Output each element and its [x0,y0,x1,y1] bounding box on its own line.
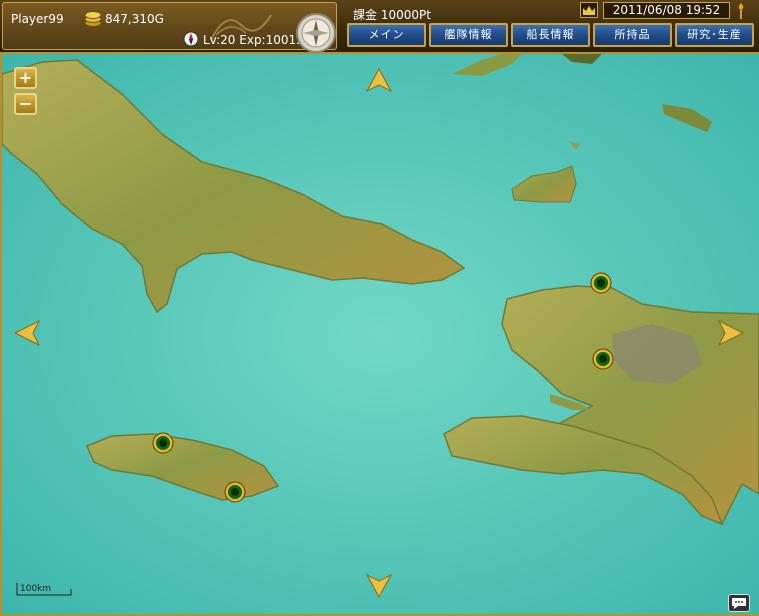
tab-main[interactable]: メイン [347,23,426,47]
compass-dial-icon [296,13,336,53]
tab-fleet-info[interactable]: 艦隊情報 [429,23,508,47]
gold-amount: 847,310G [105,12,164,26]
port-icon[interactable] [590,272,612,294]
zoom-out-button[interactable]: − [14,93,37,115]
chat-button[interactable] [728,594,750,612]
chat-icon [732,598,746,609]
map-terrain [2,54,759,614]
port-icon[interactable] [592,348,614,370]
coin-icon [84,11,102,27]
arrow-up-icon[interactable] [366,68,392,92]
arrow-down-icon[interactable] [366,574,392,598]
datetime-display: 2011/06/08 19:52 [603,2,730,19]
game-screen: Player99 847,310G Lv:20 Exp:10015 課金 100… [0,0,759,616]
compass-icon [183,31,199,47]
port-icon[interactable] [224,481,246,503]
top-header: Player99 847,310G Lv:20 Exp:10015 課金 100… [0,0,759,54]
crown-icon [583,6,595,15]
scale-label: 100km [20,584,52,594]
info-panel: 課金 10000Pt 2011/06/08 19:52 メイン 艦隊情報 船長情… [342,0,759,52]
port-icon[interactable] [152,432,174,454]
world-map[interactable]: + − 100km [2,54,759,614]
player-status-panel: Player99 847,310G Lv:20 Exp:10015 [2,2,337,53]
torch-icon[interactable] [735,2,747,20]
level-exp-text: Lv:20 Exp:10015 [203,33,304,47]
tab-captain-info[interactable]: 船長情報 [511,23,590,47]
left-border [0,54,2,614]
zoom-in-button[interactable]: + [14,67,37,89]
tab-inventory[interactable]: 所持品 [593,23,672,47]
tab-research-production[interactable]: 研究･生産 [675,23,754,47]
player-name: Player99 [11,12,64,26]
premium-points: 課金 10000Pt [353,8,431,22]
arrow-right-icon[interactable] [718,320,744,346]
nav-tabs: メイン 艦隊情報 船長情報 所持品 研究･生産 [347,23,754,47]
arrow-left-icon[interactable] [14,320,40,346]
crown-button[interactable] [580,2,598,18]
